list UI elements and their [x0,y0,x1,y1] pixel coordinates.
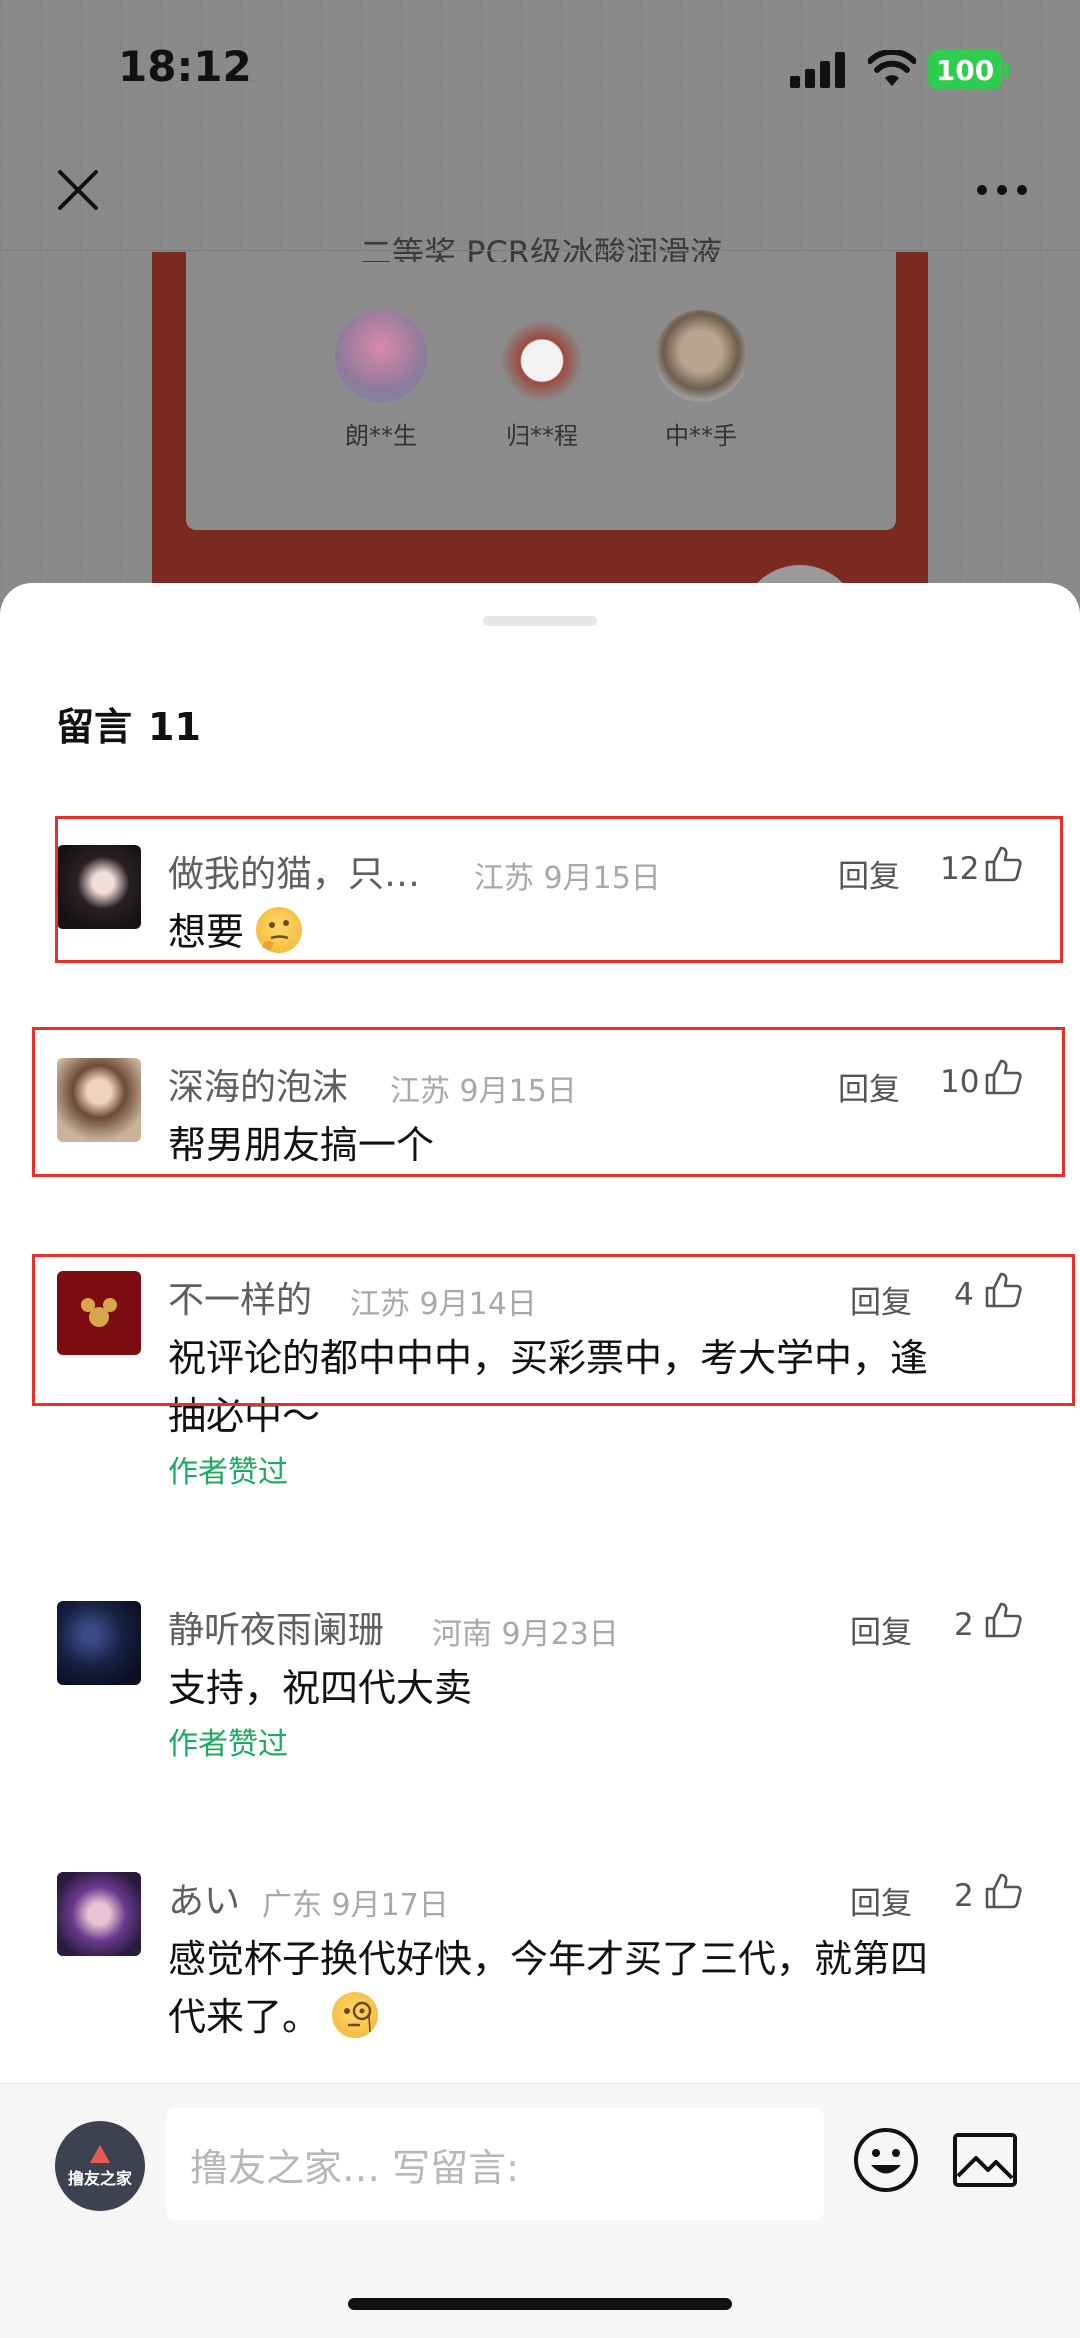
comment-line: 代来了。 [168,1995,321,2039]
comment-date: 9月23日 [501,1617,619,1652]
comment-line-with-emoji: 代来了。 [168,1988,1028,2046]
emoji-icon[interactable] [852,2126,920,2194]
cellular-signal-icon [790,52,845,88]
winner-name: 中**手 [665,422,737,450]
thumbs-up-icon[interactable] [984,1872,1022,1910]
winner-3: 中**手 [636,310,766,451]
winner-1: 朗**生 [316,310,446,451]
comment-location: 河南 [432,1617,492,1652]
my-avatar[interactable]: 撸友之家 [55,2121,145,2211]
avatar[interactable] [57,1601,141,1685]
comment-meta: 广东 9月17日 [262,1880,449,1924]
drag-handle[interactable] [483,616,597,626]
winner-name: 归**程 [506,422,578,450]
highlight-box [32,1254,1075,1406]
sheet-title: 留言 11 [56,696,217,751]
battery-cap [1004,62,1009,78]
more-options-button[interactable] [972,168,1032,212]
battery-indicator: 100 [928,50,1002,90]
highlight-box [55,816,1063,963]
nav-divider [0,250,1080,251]
comment-line: 感觉杯子换代好快，今年才买了三代，就第四 [168,1937,929,1981]
winner-2: 归**程 [477,310,607,451]
avatar [655,310,747,402]
monocle-face-icon [332,1992,379,2038]
status-bar: 18:12 100 [0,0,1080,140]
avatar [496,310,588,402]
author-liked-badge: 作者赞过 [168,1455,288,1490]
logo-icon [90,2145,110,2163]
comment-input[interactable]: 撸友之家… 写留言: [166,2108,824,2220]
comment-text: 感觉杯子换代好快，今年才买了三代，就第四 代来了。 [168,1930,1028,2046]
thumbs-up-icon[interactable] [984,1601,1022,1639]
highlight-box [32,1027,1065,1177]
avatar[interactable] [57,1872,141,1956]
like-count: 2 [954,1607,974,1643]
reply-button[interactable]: 回复 [850,1878,912,1923]
prize-heading: 二等奖 PCR级冰酸润滑液 [359,234,723,262]
comments-sheet: 留言 11 做我的猫，只… 江苏 9月15日 回复 12 想要 深海的泡沫 江苏… [0,583,1080,2337]
comment-author[interactable]: 静听夜雨阑珊 [168,1601,384,1653]
home-indicator[interactable] [348,2298,732,2310]
reply-button[interactable]: 回复 [850,1607,912,1652]
winner-name: 朗**生 [345,422,417,450]
comment-meta: 河南 9月23日 [432,1609,619,1653]
author-liked-badge: 作者赞过 [168,1727,288,1762]
comment-author[interactable]: あい [168,1872,240,1924]
comment-date: 9月17日 [331,1888,449,1923]
avatar [335,310,427,402]
more-dots-icon [977,185,1027,195]
comment-location: 广东 [262,1888,322,1923]
close-icon [58,170,98,210]
comment-text: 支持，祝四代大卖 [168,1666,473,1710]
sheet-title-label: 留言 [56,705,133,749]
image-icon[interactable] [952,2132,1018,2188]
close-button[interactable] [50,162,106,218]
wifi-icon [868,50,916,86]
status-time: 18:12 [118,42,252,91]
avatar-text: 撸友之家 [67,2169,132,2188]
comment-count: 11 [148,705,201,749]
like-count: 2 [954,1878,974,1914]
